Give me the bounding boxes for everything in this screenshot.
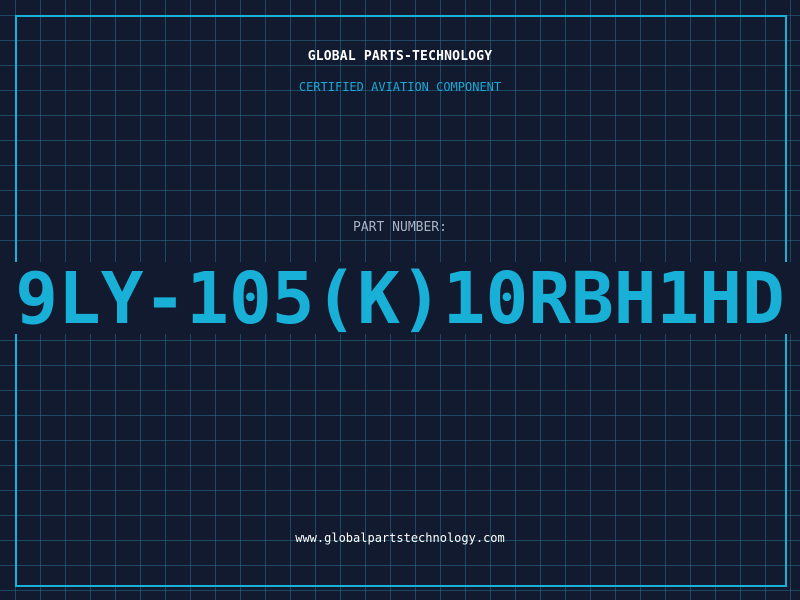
part-number-value: 9LY-105(K)10RBH1HD — [15, 262, 785, 334]
part-number-label: PART NUMBER: — [353, 220, 447, 235]
company-name: GLOBAL PARTS-TECHNOLOGY — [307, 49, 493, 64]
certificate-card: GLOBAL PARTS-TECHNOLOGY CERTIFIED AVIATI… — [0, 0, 800, 600]
tagline: CERTIFIED AVIATION COMPONENT — [298, 80, 502, 94]
part-number-band: 9LY-105(K)10RBH1HD — [0, 262, 800, 334]
website-url: www.globalpartstechnology.com — [295, 531, 505, 545]
